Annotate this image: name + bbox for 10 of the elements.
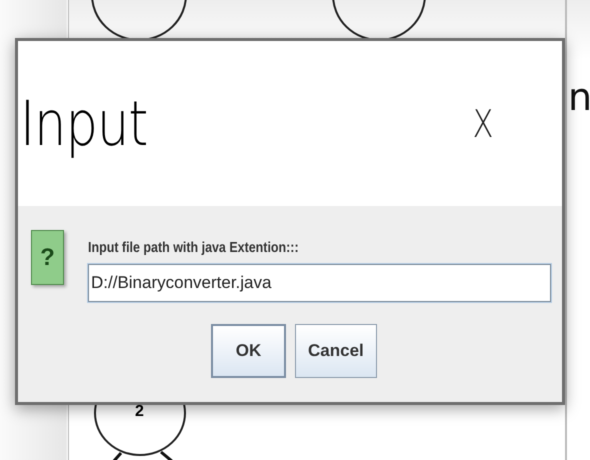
path-input-field[interactable]: D://Binaryconverter.java (88, 264, 551, 302)
close-button[interactable]: X (468, 102, 498, 146)
ok-button[interactable]: OK (211, 324, 286, 378)
dialog-title: Input (20, 87, 148, 160)
partial-text: n (568, 75, 590, 119)
question-icon: ? (31, 230, 64, 285)
prompt-label: Input file path with java Extention::: (88, 240, 299, 256)
cancel-button[interactable]: Cancel (295, 324, 377, 378)
graph-edge (112, 450, 174, 460)
node-label: 2 (135, 403, 144, 420)
